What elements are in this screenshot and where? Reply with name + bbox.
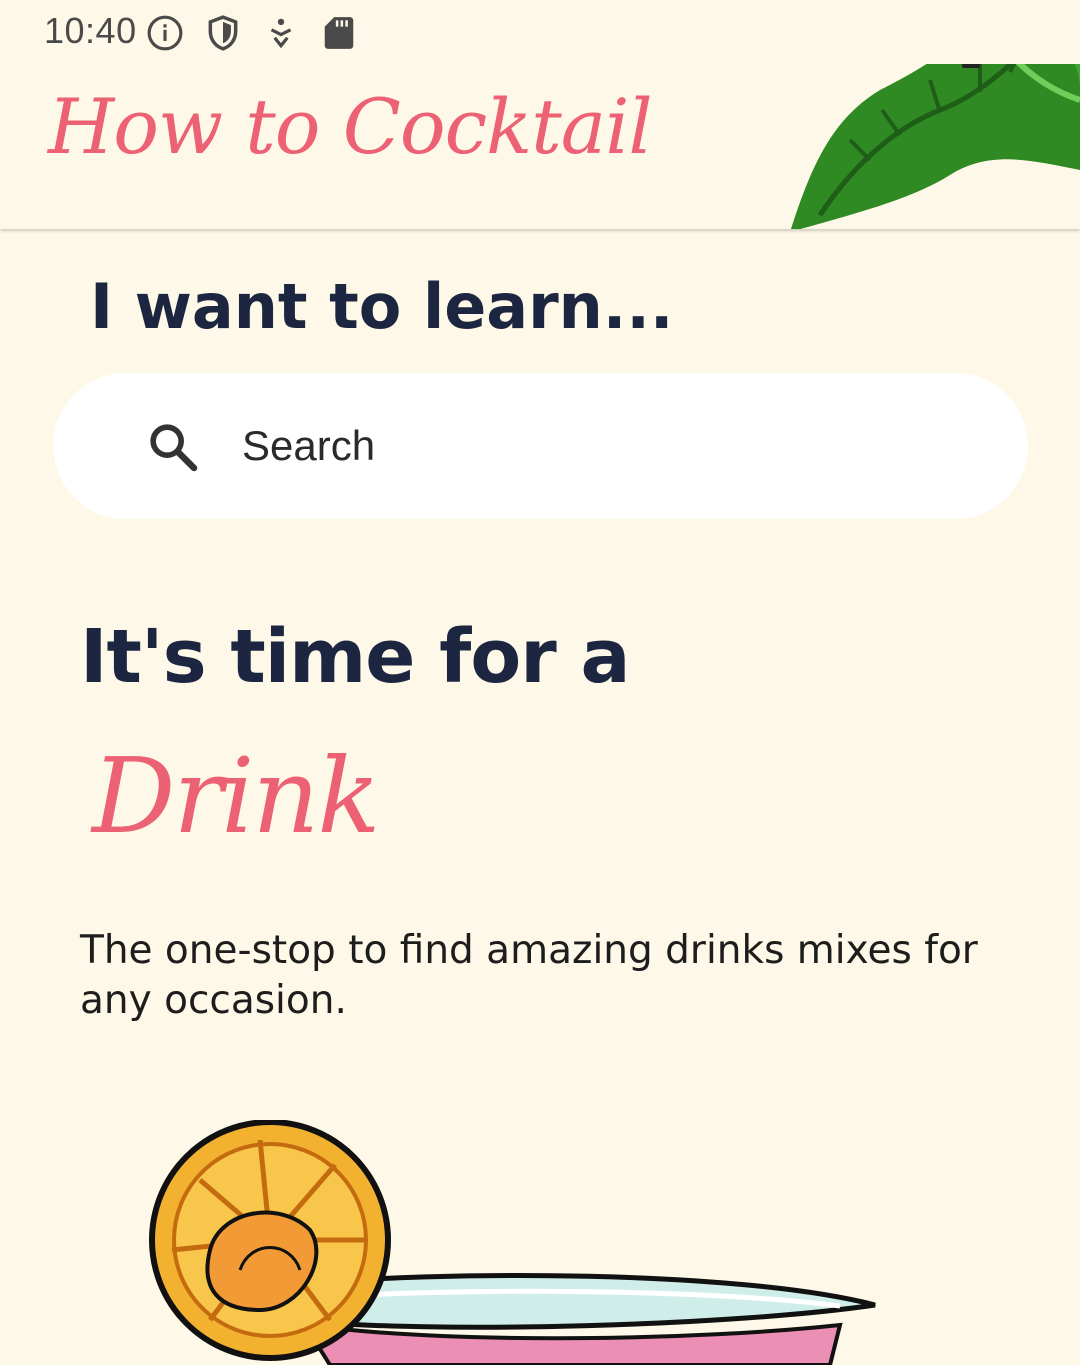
shield-icon [208,15,238,51]
tagline: The one-stop to find amazing drinks mixe… [80,928,978,1023]
accessibility-icon [270,18,292,49]
mint-leaves-icon [790,64,1080,229]
app-header: How to Cocktail [0,64,1080,229]
learn-heading: I want to learn... [90,270,674,343]
search-icon[interactable] [145,419,201,475]
info-icon [147,15,183,51]
hero-drink-word: Drink [92,735,380,857]
search-input[interactable] [242,413,982,479]
sd-card-icon [324,17,354,49]
search-bar[interactable] [53,373,1028,519]
status-bar: 10:40 [0,0,1080,64]
hero-heading: It's time for a [80,614,630,700]
status-time: 10:40 [44,10,137,51]
app-brand-title: How to Cocktail [48,82,653,171]
cocktail-illustration [149,1120,876,1365]
